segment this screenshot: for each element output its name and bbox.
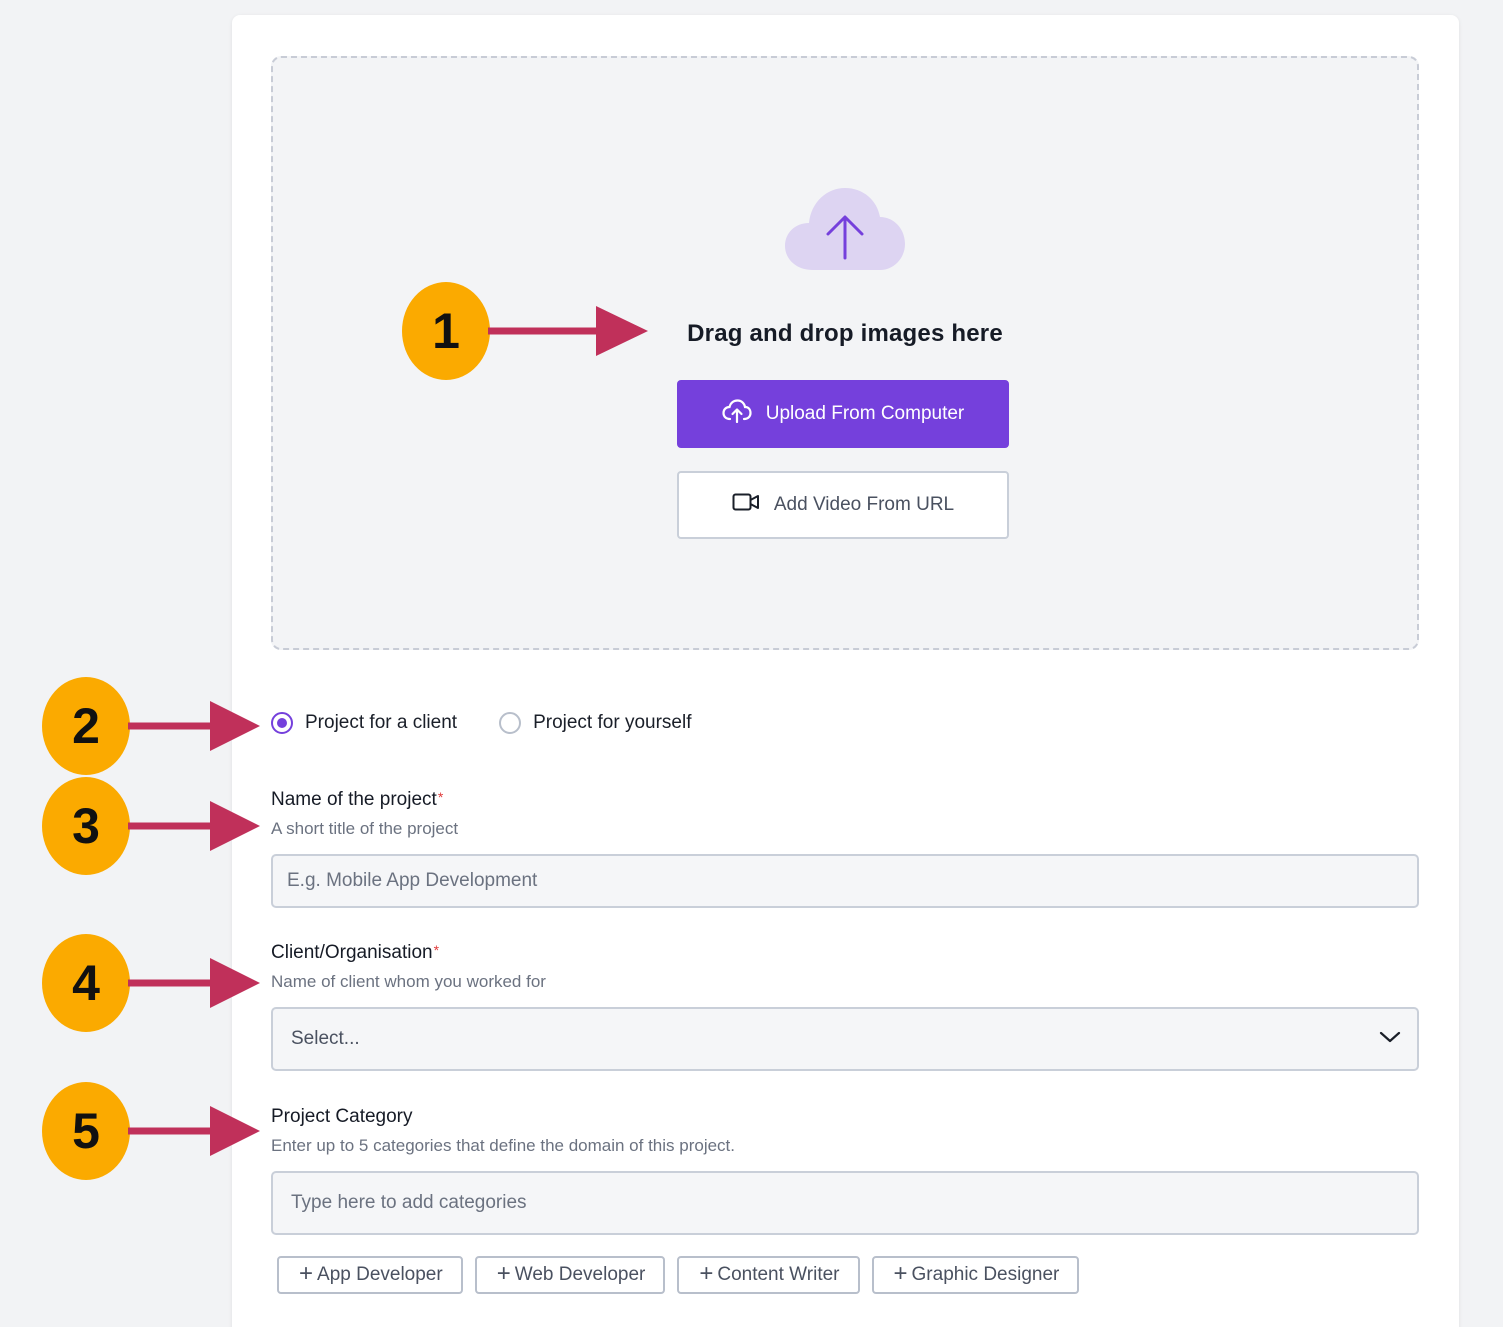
chevron-down-icon bbox=[1379, 1030, 1401, 1049]
chip-label: Graphic Designer bbox=[911, 1264, 1060, 1285]
radio-button-unchecked[interactable] bbox=[499, 712, 522, 734]
chip-label: Content Writer bbox=[717, 1264, 840, 1285]
annotation-arrow-4 bbox=[128, 958, 260, 1008]
chip-content-writer[interactable]: + Content Writer bbox=[677, 1256, 860, 1294]
video-button-label: Add Video From URL bbox=[773, 494, 955, 515]
client-hint: Name of client whom you worked for bbox=[271, 972, 546, 991]
cloud-upload-small-icon bbox=[722, 399, 752, 429]
project-form-card: Drag and drop images here Upload From Co… bbox=[232, 15, 1459, 1327]
cloud-upload-icon bbox=[783, 186, 907, 276]
upload-button-label: Upload From Computer bbox=[765, 403, 965, 424]
project-name-label: Name of the project* bbox=[271, 789, 443, 811]
plus-icon: + bbox=[496, 1260, 511, 1287]
annotation-marker-5: 5 bbox=[42, 1082, 130, 1180]
annotation-marker-3: 3 bbox=[42, 777, 130, 875]
required-mark: * bbox=[437, 789, 444, 805]
chip-label: App Developer bbox=[317, 1264, 443, 1285]
category-input[interactable] bbox=[271, 1171, 1419, 1235]
project-name-hint: A short title of the project bbox=[271, 819, 459, 838]
radio-label: Project for a client bbox=[305, 712, 458, 733]
annotation-marker-4: 4 bbox=[42, 934, 130, 1032]
annotation-arrow-3 bbox=[128, 801, 260, 851]
radio-button-checked[interactable] bbox=[271, 712, 293, 734]
annotation-arrow-1 bbox=[488, 306, 648, 356]
annotation-arrow-2 bbox=[128, 701, 260, 751]
plus-icon: + bbox=[699, 1260, 714, 1287]
annotation-arrow-5 bbox=[128, 1106, 260, 1156]
client-label: Client/Organisation* bbox=[271, 942, 439, 964]
client-select[interactable]: Select... bbox=[271, 1007, 1419, 1071]
radio-project-for-yourself[interactable]: Project for yourself bbox=[499, 712, 691, 734]
upload-from-computer-button[interactable]: Upload From Computer bbox=[677, 380, 1009, 448]
chip-label: Web Developer bbox=[514, 1264, 646, 1285]
chip-web-developer[interactable]: + Web Developer bbox=[474, 1256, 666, 1294]
plus-icon: + bbox=[893, 1260, 908, 1287]
client-select-value: Select... bbox=[291, 1028, 360, 1049]
radio-project-for-client[interactable]: Project for a client bbox=[271, 712, 457, 734]
chip-graphic-designer[interactable]: + Graphic Designer bbox=[871, 1256, 1080, 1294]
chip-app-developer[interactable]: + App Developer bbox=[277, 1256, 463, 1294]
annotation-marker-2: 2 bbox=[42, 677, 130, 775]
client-label-text: Client/Organisation bbox=[271, 942, 433, 963]
add-video-from-url-button[interactable]: Add Video From URL bbox=[677, 471, 1009, 539]
plus-icon: + bbox=[299, 1260, 314, 1287]
required-mark: * bbox=[433, 942, 440, 958]
video-camera-icon bbox=[732, 492, 760, 518]
annotation-marker-1: 1 bbox=[402, 282, 490, 380]
radio-label: Project for yourself bbox=[533, 712, 692, 733]
project-name-input[interactable] bbox=[271, 854, 1419, 908]
category-suggestions: + App Developer + Web Developer + Conten… bbox=[277, 1256, 1080, 1294]
category-hint: Enter up to 5 categories that define the… bbox=[271, 1136, 736, 1155]
category-label: Project Category bbox=[271, 1106, 413, 1127]
project-type-radio-group: Project for a client Project for yoursel… bbox=[271, 712, 733, 734]
project-name-label-text: Name of the project bbox=[271, 789, 437, 810]
